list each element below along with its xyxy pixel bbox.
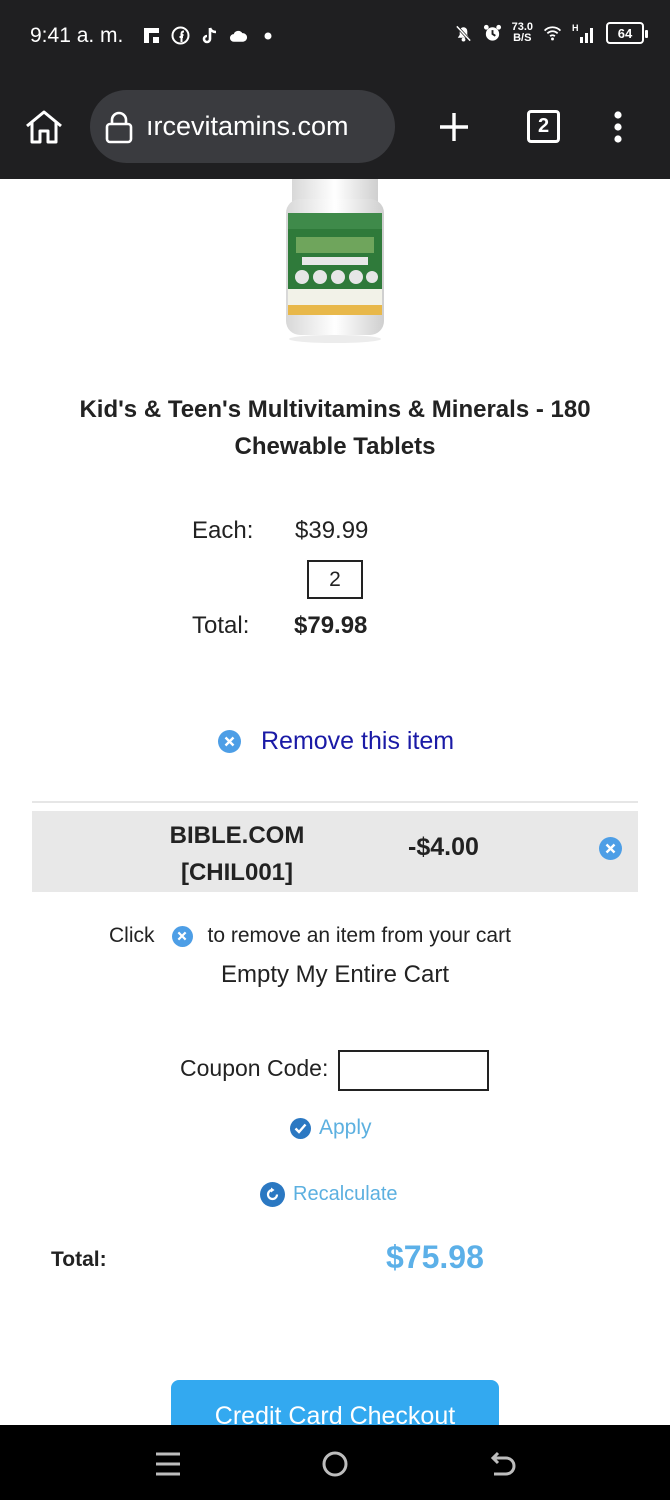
tab-switcher-button[interactable]: 2 xyxy=(527,110,560,143)
each-price: $39.99 xyxy=(295,517,369,544)
circle-home-icon xyxy=(322,1451,348,1477)
coupon-discount: -$4.00 xyxy=(408,833,479,861)
network-speed: 73.0 B/S xyxy=(512,22,533,44)
back-arrow-icon xyxy=(490,1451,516,1476)
dot-icon xyxy=(258,26,277,45)
page-content: Kid's & Teen's Multivitamins & Minerals … xyxy=(0,179,670,1425)
tiktok-icon xyxy=(200,26,219,45)
recent-apps-button[interactable] xyxy=(153,1449,183,1479)
applied-coupon-row: BIBLE.COM [CHIL001] -$4.00 xyxy=(32,811,638,892)
item-total-price: $79.98 xyxy=(294,612,368,639)
browser-menu-button[interactable] xyxy=(604,108,632,148)
x-circle-icon xyxy=(218,730,241,753)
url-text: ırcevitamins.com xyxy=(146,111,349,141)
empty-cart-link[interactable]: Empty My Entire Cart xyxy=(0,961,670,989)
x-circle-icon xyxy=(171,925,193,947)
remove-coupon-icon[interactable] xyxy=(599,837,622,860)
browser-toolbar: ırcevitamins.com 2 xyxy=(0,75,670,179)
alarm-icon xyxy=(483,24,502,43)
plus-icon xyxy=(440,113,468,141)
kebab-menu-icon xyxy=(614,111,622,143)
android-nav-bar xyxy=(0,1425,670,1500)
notification-icons xyxy=(142,26,277,45)
divider xyxy=(32,801,638,803)
quantity-input[interactable]: 2 xyxy=(307,560,363,599)
remove-item-link[interactable]: Remove this item xyxy=(218,727,454,756)
remove-hint: Click to remove an item from your cart xyxy=(109,924,511,948)
new-tab-button[interactable] xyxy=(434,105,474,149)
nav-home-button[interactable] xyxy=(320,1449,350,1479)
system-icons: 73.0 B/S H 64 xyxy=(454,22,648,44)
refresh-icon xyxy=(260,1182,285,1207)
hint-prefix: Click xyxy=(109,924,155,947)
home-icon xyxy=(26,110,62,144)
item-total-label: Total: xyxy=(192,612,250,639)
each-label: Each: xyxy=(192,517,254,544)
apply-label: Apply xyxy=(319,1116,372,1139)
nav-back-button[interactable] xyxy=(488,1449,518,1479)
status-bar: 9:41 a. m. 73.0 B/S H 64 xyxy=(0,0,670,75)
flipboard-icon xyxy=(142,26,161,45)
network-speed-unit: B/S xyxy=(513,32,532,44)
battery-indicator: 64 xyxy=(606,22,648,44)
home-button[interactable] xyxy=(22,105,66,149)
product-image[interactable] xyxy=(282,179,388,345)
signal-type-label: H xyxy=(572,23,579,33)
check-circle-icon xyxy=(290,1117,311,1139)
recalculate-button[interactable]: Recalculate xyxy=(260,1182,398,1207)
grand-total-value: $75.98 xyxy=(386,1239,484,1275)
grand-total-label: Total: xyxy=(51,1248,107,1271)
address-bar[interactable]: ırcevitamins.com xyxy=(90,90,395,163)
menu-lines-icon xyxy=(156,1452,180,1476)
status-time: 9:41 a. m. xyxy=(30,24,124,47)
mute-bell-icon xyxy=(454,24,473,43)
apply-coupon-button[interactable]: Apply xyxy=(290,1116,372,1140)
coupon-code-label: Coupon Code: xyxy=(180,1055,329,1081)
hint-suffix: to remove an item from your cart xyxy=(207,924,511,947)
remove-item-label: Remove this item xyxy=(261,727,455,755)
coupon-name: BIBLE.COM [CHIL001] xyxy=(169,822,305,886)
wifi-icon xyxy=(543,24,562,43)
recalculate-label: Recalculate xyxy=(293,1183,398,1205)
coupon-code-input[interactable] xyxy=(338,1050,489,1091)
product-title[interactable]: Kid's & Teen's Multivitamins & Minerals … xyxy=(40,391,630,465)
signal-icon: H xyxy=(572,23,596,43)
credit-card-checkout-button[interactable]: Credit Card Checkout xyxy=(171,1380,499,1425)
cloud-icon xyxy=(229,26,248,45)
lock-icon xyxy=(105,111,133,143)
facebook-icon xyxy=(171,26,190,45)
